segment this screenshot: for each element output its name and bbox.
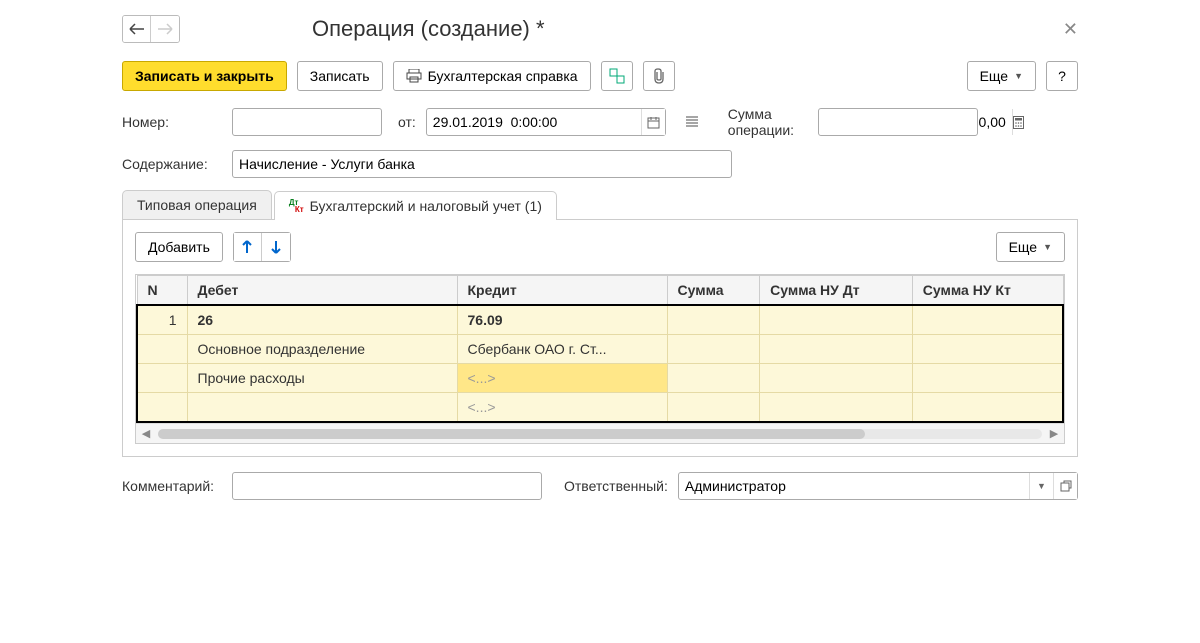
cell-sum[interactable] bbox=[667, 305, 760, 335]
cell-credit-account[interactable]: 76.09 bbox=[457, 305, 667, 335]
cell-sum-nu-kt[interactable] bbox=[912, 305, 1063, 335]
nav-buttons bbox=[122, 15, 180, 43]
more-button[interactable]: Еще ▼ bbox=[967, 61, 1036, 91]
link-button[interactable] bbox=[601, 61, 633, 91]
open-icon bbox=[1060, 480, 1072, 492]
cell-credit-sub3[interactable]: <...> bbox=[457, 393, 667, 423]
page-title: Операция (создание) * bbox=[312, 16, 545, 42]
move-up-button[interactable] bbox=[234, 233, 262, 261]
nav-forward-button[interactable] bbox=[151, 16, 179, 42]
number-label: Номер: bbox=[122, 114, 222, 130]
cell-n[interactable]: 1 bbox=[137, 305, 187, 335]
responsible-open-button[interactable] bbox=[1053, 473, 1077, 499]
tab-typical-operation[interactable]: Типовая операция bbox=[122, 190, 272, 219]
responsible-label: Ответственный: bbox=[564, 478, 668, 494]
arrow-down-icon bbox=[270, 240, 282, 254]
paperclip-icon bbox=[652, 68, 666, 84]
cell-debit-sub1[interactable]: Основное подразделение bbox=[187, 335, 457, 364]
scroll-left-icon[interactable]: ◀ bbox=[138, 427, 154, 440]
content-label: Содержание: bbox=[122, 156, 222, 172]
table-row[interactable]: Прочие расходы <...> bbox=[137, 364, 1063, 393]
responsible-dropdown-button[interactable]: ▼ bbox=[1029, 473, 1053, 499]
arrow-right-icon bbox=[157, 23, 173, 35]
close-icon: ✕ bbox=[1063, 19, 1078, 39]
sum-input[interactable] bbox=[819, 110, 1012, 134]
scroll-thumb[interactable] bbox=[158, 429, 865, 439]
chevron-down-icon: ▼ bbox=[1043, 242, 1052, 252]
link-icon bbox=[609, 68, 625, 84]
list-button[interactable] bbox=[676, 108, 708, 136]
calendar-icon bbox=[647, 116, 660, 129]
close-button[interactable]: ✕ bbox=[1063, 19, 1078, 40]
date-label: от: bbox=[398, 114, 416, 130]
calculator-button[interactable] bbox=[1012, 109, 1024, 135]
number-input[interactable] bbox=[232, 108, 382, 136]
calculator-icon bbox=[1013, 116, 1024, 129]
col-sum[interactable]: Сумма bbox=[667, 276, 760, 306]
chevron-down-icon: ▼ bbox=[1014, 71, 1023, 81]
move-down-button[interactable] bbox=[262, 233, 290, 261]
cell-credit-sub1[interactable]: Сбербанк ОАО г. Ст... bbox=[457, 335, 667, 364]
comment-input[interactable] bbox=[232, 472, 542, 500]
col-debit[interactable]: Дебет bbox=[187, 276, 457, 306]
table-row[interactable]: <...> bbox=[137, 393, 1063, 423]
add-button[interactable]: Добавить bbox=[135, 232, 223, 262]
sum-label: Сумма операции: bbox=[728, 106, 808, 138]
table-row[interactable]: 1 26 76.09 bbox=[137, 305, 1063, 335]
entries-table: N Дебет Кредит Сумма Сумма НУ Дт Сумма Н… bbox=[136, 275, 1064, 423]
content-input[interactable] bbox=[232, 150, 732, 178]
printer-icon bbox=[406, 69, 422, 83]
scroll-right-icon[interactable]: ▶ bbox=[1046, 427, 1062, 440]
cell-credit-sub2[interactable]: <...> bbox=[457, 364, 667, 393]
col-sum-nu-kt[interactable]: Сумма НУ Кт bbox=[912, 276, 1063, 306]
comment-label: Комментарий: bbox=[122, 478, 222, 494]
sub-more-button[interactable]: Еще ▼ bbox=[996, 232, 1065, 262]
cell-debit-account[interactable]: 26 bbox=[187, 305, 457, 335]
list-icon bbox=[685, 116, 699, 128]
col-sum-nu-dt[interactable]: Сумма НУ Дт bbox=[760, 276, 913, 306]
cell-sum-nu-dt[interactable] bbox=[760, 305, 913, 335]
help-button[interactable]: ? bbox=[1046, 61, 1078, 91]
nav-back-button[interactable] bbox=[123, 16, 151, 42]
horizontal-scrollbar[interactable]: ◀ ▶ bbox=[136, 423, 1064, 443]
save-and-close-button[interactable]: Записать и закрыть bbox=[122, 61, 287, 91]
attach-button[interactable] bbox=[643, 61, 675, 91]
chevron-down-icon: ▼ bbox=[1037, 481, 1046, 491]
arrow-left-icon bbox=[129, 23, 145, 35]
arrow-up-icon bbox=[241, 240, 253, 254]
print-report-button[interactable]: Бухгалтерская справка bbox=[393, 61, 591, 91]
dtkt-icon: ДтКт bbox=[289, 199, 304, 213]
save-button[interactable]: Записать bbox=[297, 61, 383, 91]
table-row[interactable]: Основное подразделение Сбербанк ОАО г. С… bbox=[137, 335, 1063, 364]
cell-debit-sub2[interactable]: Прочие расходы bbox=[187, 364, 457, 393]
calendar-button[interactable] bbox=[641, 109, 665, 135]
col-credit[interactable]: Кредит bbox=[457, 276, 667, 306]
responsible-input[interactable] bbox=[679, 474, 1029, 498]
col-n[interactable]: N bbox=[137, 276, 187, 306]
tab-accounting[interactable]: ДтКт Бухгалтерский и налоговый учет (1) bbox=[274, 191, 557, 220]
date-input[interactable] bbox=[427, 110, 641, 134]
